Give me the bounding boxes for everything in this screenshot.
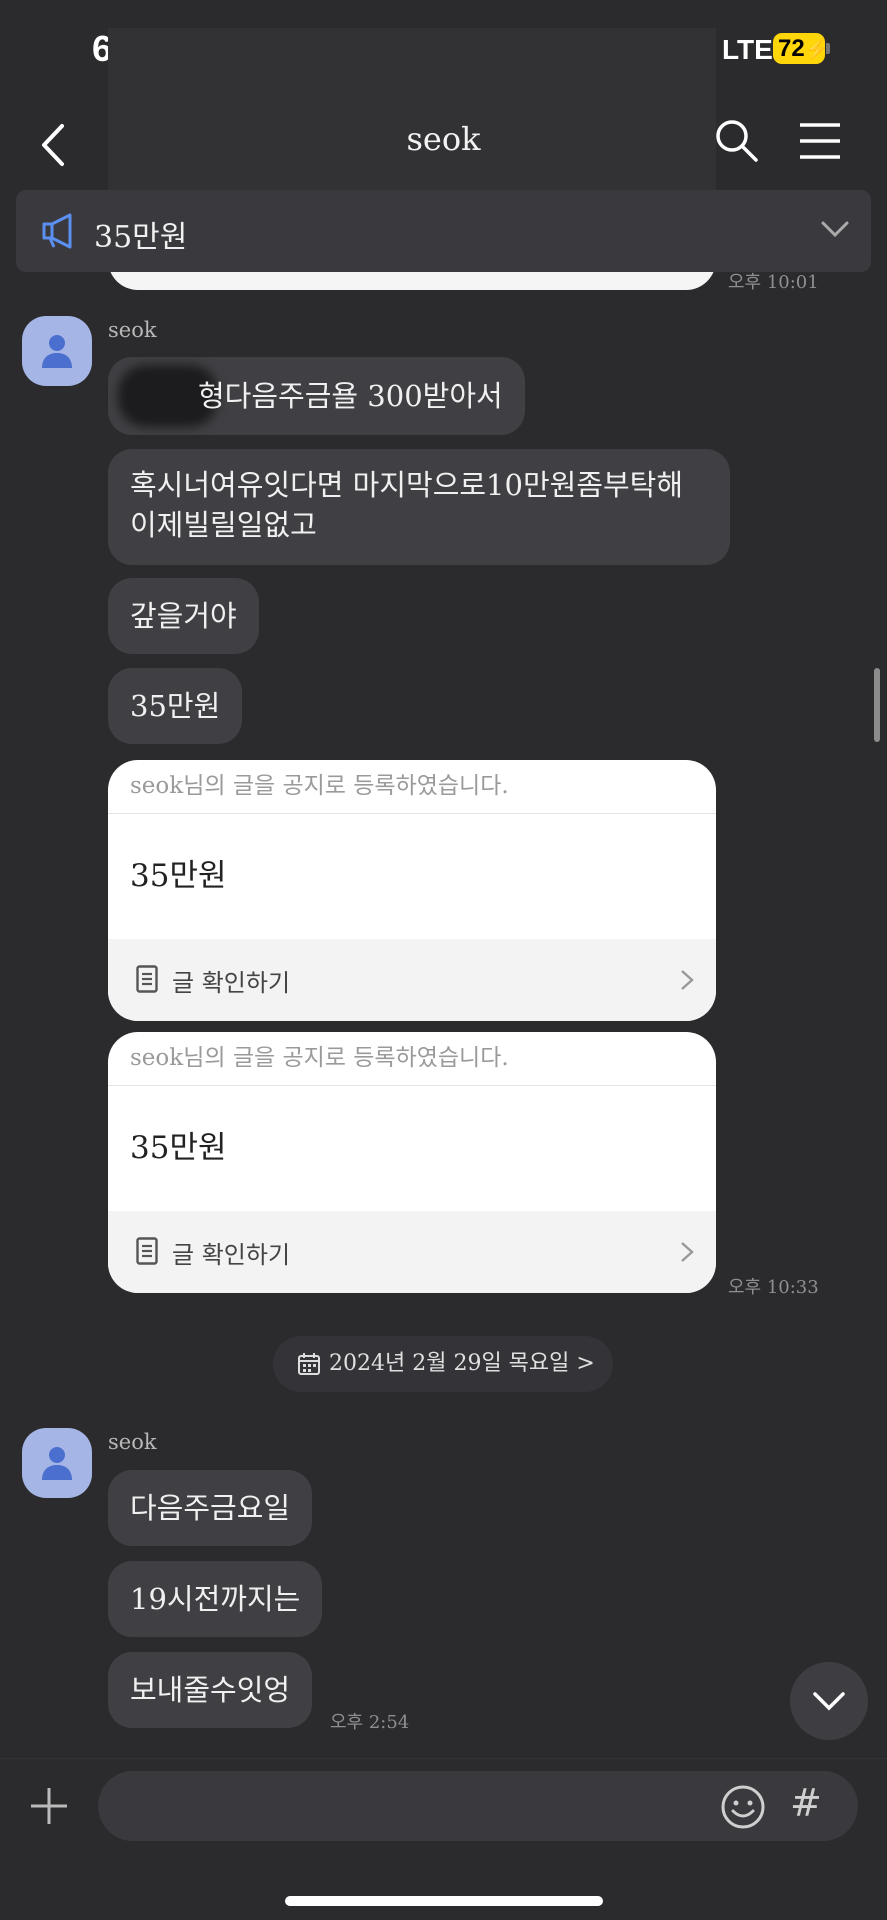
message-bubble[interactable]: 19시전까지는 [108,1561,323,1637]
search-icon[interactable] [712,116,762,166]
date-label: 2024년 2월 29일 목요일 > [329,1351,595,1376]
hashtag-icon[interactable]: # [790,1781,822,1825]
chevron-down-icon[interactable] [820,220,850,238]
message-time: 오후 2:54 [330,1712,410,1733]
battery-level: 72 [778,35,805,62]
avatar[interactable] [22,1428,92,1498]
view-post-button[interactable]: 글 확인하기 [108,1211,716,1293]
view-post-button[interactable]: 글 확인하기 [108,939,716,1021]
document-icon [136,965,158,993]
menu-icon[interactable] [796,120,844,162]
message-text: 이제빌릴일없고 [130,508,317,542]
chevron-right-icon [681,970,694,990]
date-divider[interactable]: 2024년 2월 29일 목요일 > [273,1336,613,1392]
notice-card-body: 35만원 [130,1130,227,1166]
message-bubble[interactable]: 35만원 [108,668,243,744]
person-icon [42,1447,72,1480]
document-icon [136,1237,158,1265]
chevron-down-icon [813,1692,845,1711]
megaphone-icon [42,213,72,249]
message-text: 보내줄수잇엉 [130,1673,291,1707]
emoji-icon[interactable] [720,1784,766,1830]
message-bubble[interactable]: 갚을거야 [108,578,259,654]
notice-card-body: 35만원 [130,858,227,894]
message-text: 19시전까지는 [130,1582,301,1616]
view-post-label: 글 확인하기 [172,969,291,997]
notice-card-header: seok님의 글을 공지로 등록하였습니다. [108,760,716,814]
message-text: 다음주금요일 [130,1491,291,1525]
notice-card-header: seok님의 글을 공지로 등록하였습니다. [108,1032,716,1086]
input-bar: # [0,1758,887,1920]
sender-name: seok [108,1430,157,1454]
scrollbar[interactable] [874,668,880,742]
message-text: 혹시너여유잇다면 마지막으로10만원좀부탁해 [130,468,684,502]
scroll-to-bottom-button[interactable] [790,1662,868,1740]
notice-text: 35만원 [94,220,188,255]
battery-icon: 72⚡ [773,33,830,64]
battery-nub [826,43,830,54]
message-bubble[interactable]: 보내줄수잇엉 [108,1652,313,1728]
notice-card[interactable]: seok님의 글을 공지로 등록하였습니다. 35만원 글 확인하기 [108,760,716,1021]
sender-name: seok [108,318,157,342]
notice-card[interactable]: seok님의 글을 공지로 등록하였습니다. 35만원 글 확인하기 [108,1032,716,1293]
chevron-right-icon [681,1242,694,1262]
message-bubble[interactable]: 혹시너여유잇다면 마지막으로10만원좀부탁해 이제빌릴일없고 [108,449,730,565]
message-text: 35만원 [130,689,221,723]
view-post-label: 글 확인하기 [172,1241,291,1269]
network-type: LTE [722,34,773,65]
message-input[interactable]: # [98,1771,858,1841]
chat-header: seok [0,100,887,190]
message-bubble[interactable]: 다음주금요일 [108,1470,313,1546]
message-text: 형다음주금욜 300받아서 [198,379,503,413]
home-indicator [285,1896,603,1906]
calendar-icon [298,1353,320,1375]
message-text: 갚을거야 [130,599,237,633]
person-icon [42,335,72,368]
avatar[interactable] [22,316,92,386]
message-time: 오후 10:33 [728,1277,819,1298]
notice-bar[interactable]: 35만원 [16,190,871,272]
plus-icon[interactable] [28,1785,70,1827]
message-bubble[interactable]: 형다음주금욜 300받아서 [108,357,525,435]
